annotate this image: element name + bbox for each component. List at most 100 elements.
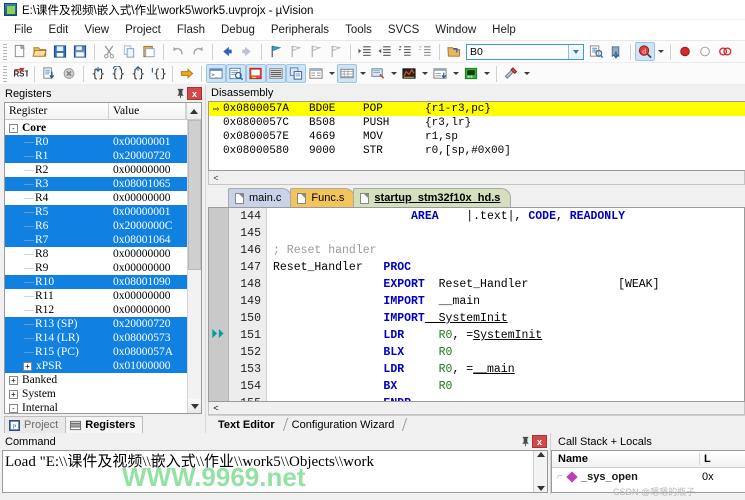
register-row[interactable]: — R14 (LR) 0x08000573	[5, 331, 187, 345]
tab-configuration-wizard[interactable]: Configuration Wizard	[286, 417, 405, 433]
indent-right-icon[interactable]	[355, 42, 375, 61]
watch-dropdown-icon[interactable]	[326, 64, 337, 83]
registers-window-icon[interactable]	[266, 64, 286, 83]
show-next-statement-icon[interactable]	[177, 64, 197, 83]
tab-text-editor[interactable]: Text Editor	[212, 417, 285, 433]
code-editor[interactable]: ⏵⏵ 1441451461471481491501511521531541551…	[208, 207, 745, 402]
register-row[interactable]: + xPSR 0x01000000	[5, 359, 187, 373]
pin-icon[interactable]	[518, 435, 532, 449]
scroll-down-button[interactable]	[536, 486, 545, 491]
insert-bookmark-icon[interactable]	[266, 42, 286, 61]
register-row[interactable]: — R12 0x00000000	[5, 303, 187, 317]
disassembly-row[interactable]: ⇨ 0x0800057A BD0E POP {r1-r3,pc}	[209, 102, 745, 116]
disassembly-row[interactable]: 0x0800057C B508 PUSH {r3,lr}	[209, 116, 745, 130]
register-row[interactable]: — R5 0x00000001	[5, 205, 187, 219]
expand-icon[interactable]: +	[9, 375, 18, 385]
command-window-icon[interactable]: >_	[206, 64, 226, 83]
open-file-button[interactable]	[30, 42, 50, 61]
symbols-window-icon[interactable]	[246, 64, 266, 83]
memory-window-icon[interactable]	[337, 64, 357, 83]
insert-breakpoint-icon[interactable]	[675, 42, 695, 61]
configure-tools-dropdown-icon[interactable]	[521, 64, 532, 83]
disassembly-horizontal-scrollbar[interactable]: <	[208, 171, 745, 185]
register-row[interactable]: - Core	[5, 121, 187, 135]
close-icon[interactable]: x	[532, 435, 547, 448]
navigate-back-button[interactable]	[217, 42, 237, 61]
memory-dropdown-icon[interactable]	[357, 64, 368, 83]
collapse-icon[interactable]: -	[9, 123, 18, 133]
menu-flash[interactable]: Flash	[169, 22, 213, 38]
menu-help[interactable]: Help	[484, 22, 524, 38]
debug-session-button[interactable]: d	[635, 42, 655, 61]
menu-svcs[interactable]: SVCS	[380, 22, 427, 38]
register-row[interactable]: — R10 0x08001090	[5, 275, 187, 289]
register-row[interactable]: - Internal	[5, 401, 187, 413]
menu-edit[interactable]: Edit	[41, 22, 77, 38]
indent-left-icon[interactable]	[375, 42, 395, 61]
paste-button[interactable]	[139, 42, 159, 61]
save-all-button[interactable]	[70, 42, 90, 61]
disassembly-row[interactable]: 0x0800057E 4669 MOV r1,sp	[209, 130, 745, 144]
find-input[interactable]	[467, 44, 568, 59]
column-header-value[interactable]: Value	[109, 103, 186, 119]
disassembly-row[interactable]: 0x08000580 9000 STR r0,[sp,#0x00]	[209, 144, 745, 158]
menu-peripherals[interactable]: Peripherals	[263, 22, 337, 38]
menu-tools[interactable]: Tools	[337, 22, 380, 38]
toolbar-grip[interactable]	[3, 65, 7, 82]
stop-button[interactable]	[59, 64, 79, 83]
configure-tools-icon[interactable]	[501, 64, 521, 83]
command-output[interactable]: Load "E:\\课件及视频\\嵌入式\\作业\\work5\\Objects…	[2, 450, 548, 493]
pin-icon[interactable]	[173, 87, 187, 101]
copy-button[interactable]	[119, 42, 139, 61]
step-over-icon[interactable]: {}	[108, 64, 128, 83]
cut-button[interactable]	[99, 42, 119, 61]
register-row[interactable]: — R9 0x00000000	[5, 261, 187, 275]
toolbar-grip[interactable]	[3, 43, 7, 60]
editor-marker-column[interactable]: ⏵⏵	[209, 208, 229, 401]
scroll-left-button[interactable]: <	[209, 173, 223, 183]
register-row[interactable]: — R6 0x2000000C	[5, 219, 187, 233]
registers-scroll-up-button[interactable]	[186, 103, 201, 119]
next-bookmark-icon[interactable]	[286, 42, 306, 61]
disable-breakpoint-icon[interactable]	[695, 42, 715, 61]
editor-tab-startup-stm32f10x-hd-s[interactable]: startup_stm32f10x_hd.s	[353, 188, 512, 207]
expand-icon[interactable]: +	[23, 361, 32, 371]
scroll-up-button[interactable]	[536, 452, 545, 457]
close-icon[interactable]: x	[187, 87, 202, 100]
disassembly-window[interactable]: ⇨ 0x0800057A BD0E POP {r1-r3,pc} 0x0800057C B5…	[208, 101, 745, 171]
step-out-icon[interactable]: {}	[128, 64, 148, 83]
register-row[interactable]: — R13 (SP) 0x20000720	[5, 317, 187, 331]
step-into-icon[interactable]: {}	[88, 64, 108, 83]
register-row[interactable]: — R3 0x08001065	[5, 177, 187, 191]
column-header-location[interactable]: L	[700, 453, 745, 465]
find-dropdown-icon[interactable]	[568, 44, 583, 59]
bookmark-toggle-icon[interactable]	[606, 42, 626, 61]
collapse-icon[interactable]: -	[9, 403, 18, 413]
tab-registers[interactable]: Registers	[65, 416, 144, 433]
menu-window[interactable]: Window	[427, 22, 484, 38]
trace-dropdown-icon[interactable]	[450, 64, 461, 83]
find-in-files-icon[interactable]	[586, 42, 606, 61]
call-stack-row[interactable]: ⌐ _sys_open 0x	[552, 468, 745, 485]
command-vertical-scrollbar[interactable]	[533, 451, 547, 492]
prev-bookmark-icon[interactable]	[306, 42, 326, 61]
run-to-cursor-icon[interactable]: {}	[148, 64, 168, 83]
tab-project[interactable]: P Project	[4, 416, 67, 433]
redo-button[interactable]	[188, 42, 208, 61]
register-row[interactable]: — R11 0x00000000	[5, 289, 187, 303]
new-file-button[interactable]	[10, 42, 30, 61]
run-button[interactable]	[39, 64, 59, 83]
register-row[interactable]: + Banked	[5, 373, 187, 387]
serial-dropdown-icon[interactable]	[388, 64, 399, 83]
register-row[interactable]: — R7 0x08001064	[5, 233, 187, 247]
system-viewer-dropdown-icon[interactable]	[481, 64, 492, 83]
editor-horizontal-scrollbar[interactable]: <	[208, 402, 745, 415]
clear-bookmarks-icon[interactable]	[326, 42, 346, 61]
save-button[interactable]	[50, 42, 70, 61]
watch-window-icon[interactable]	[306, 64, 326, 83]
register-row[interactable]: — R15 (PC) 0x0800057A	[5, 345, 187, 359]
comment-lines-icon[interactable]	[395, 42, 415, 61]
menu-view[interactable]: View	[76, 22, 117, 38]
serial-window-icon[interactable]	[368, 64, 388, 83]
call-stack-window-icon[interactable]	[286, 64, 306, 83]
